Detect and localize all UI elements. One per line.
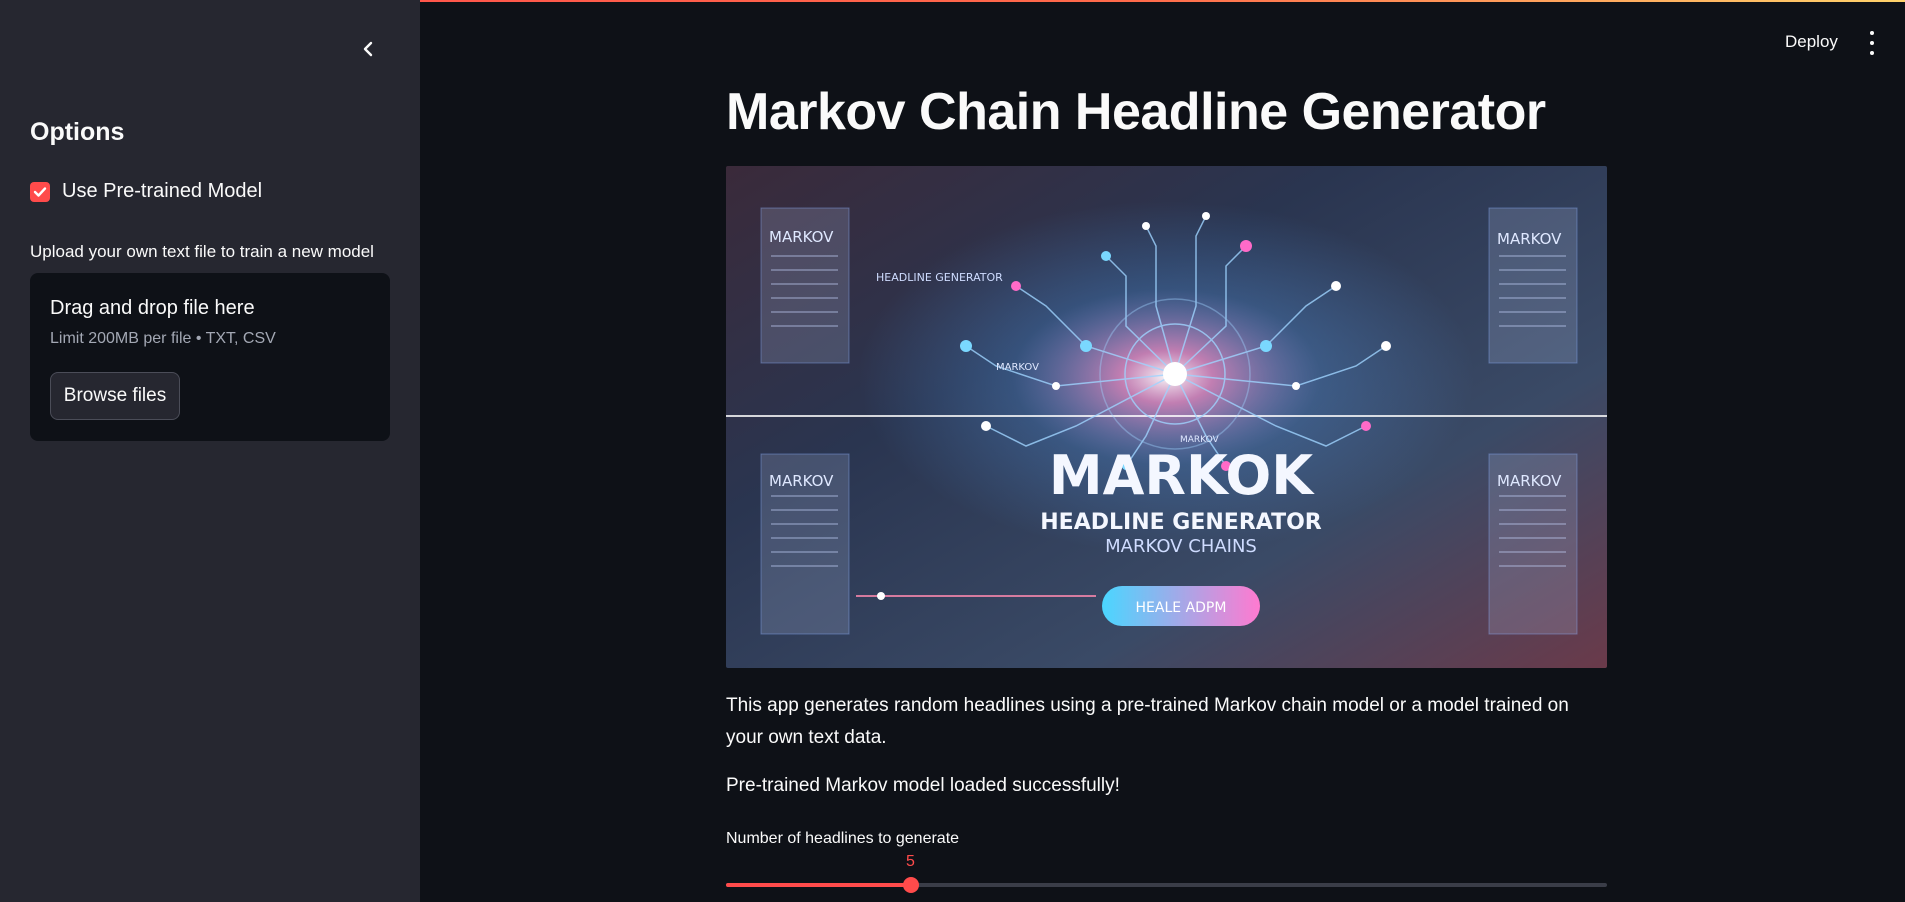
slider-thumb[interactable] (903, 877, 919, 893)
vertical-dots-icon (1870, 31, 1874, 35)
svg-text:MARKOV: MARKOV (769, 472, 834, 490)
dropzone-title: Drag and drop file here (50, 297, 255, 319)
browse-files-button[interactable]: Browse files (50, 372, 180, 420)
pretrained-model-checkbox[interactable]: Use Pre-trained Model (30, 180, 262, 203)
page-title: Markov Chain Headline Generator (726, 83, 1546, 141)
deploy-button[interactable]: Deploy (1785, 32, 1838, 52)
hero-illustration: MARKOV MARKOV MARKOV MARKOV HEADLINE GEN… (726, 166, 1607, 668)
svg-text:MARKOV CHAINS: MARKOV CHAINS (1105, 536, 1257, 557)
svg-text:HEADLINE GENERATOR: HEADLINE GENERATOR (876, 271, 1003, 284)
slider-fill (726, 883, 911, 887)
main-menu-button[interactable] (1862, 31, 1882, 55)
sidebar: Options Use Pre-trained Model Upload you… (0, 0, 420, 902)
checkbox-checked-icon[interactable] (30, 181, 50, 202)
svg-text:MARKOV: MARKOV (1497, 472, 1562, 490)
app-description: This app generates random headlines usin… (726, 695, 1569, 748)
sidebar-title: Options (30, 118, 125, 146)
hero-image: MARKOV MARKOV MARKOV MARKOV HEADLINE GEN… (726, 166, 1607, 668)
svg-text:MARKOV: MARKOV (996, 362, 1039, 373)
checkbox-label: Use Pre-trained Model (62, 180, 263, 202)
upload-label: Upload your own text file to train a new… (30, 242, 374, 261)
dropzone-limit-text: Limit 200MB per file • TXT, CSV (50, 330, 276, 347)
slider-label: Number of headlines to generate (726, 830, 960, 847)
svg-text:HEADLINE GENERATOR: HEADLINE GENERATOR (1040, 510, 1322, 535)
status-message: Pre-trained Markov model loaded successf… (726, 775, 1120, 796)
chevron-left-icon (363, 41, 373, 57)
svg-text:MARKOK: MARKOK (1049, 444, 1315, 507)
file-dropzone[interactable]: Drag and drop file here Limit 200MB per … (30, 273, 390, 441)
collapse-sidebar-button[interactable] (355, 36, 381, 62)
headline-count-slider[interactable] (726, 877, 1607, 893)
svg-text:HEALE ADPM: HEALE ADPM (1136, 600, 1227, 616)
svg-text:MARKOV: MARKOV (1497, 230, 1562, 248)
slider-value: 5 (906, 853, 915, 870)
svg-text:MARKOV: MARKOV (769, 228, 834, 246)
